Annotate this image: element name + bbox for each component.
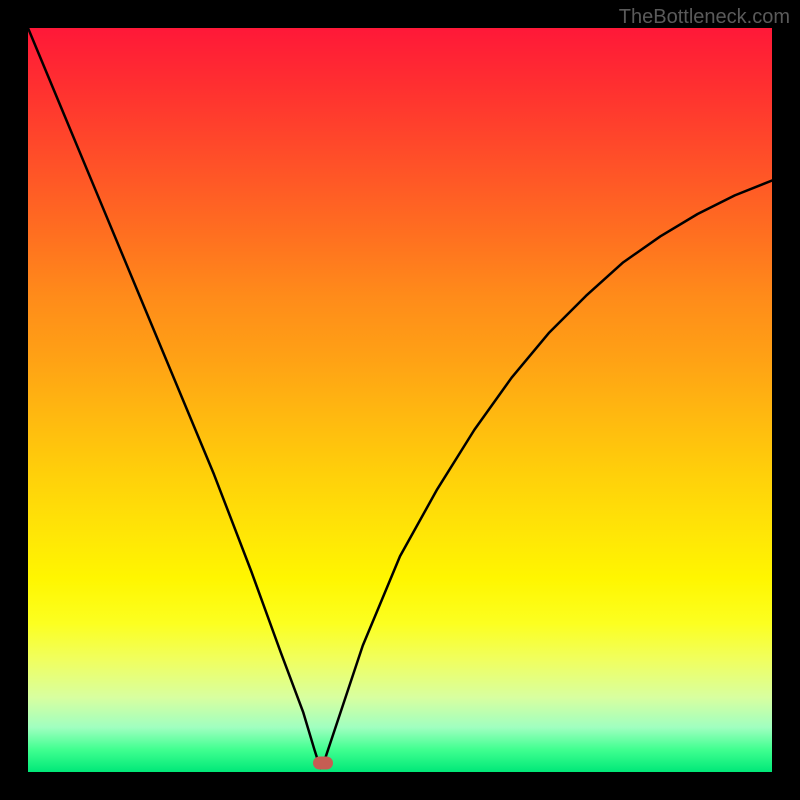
chart-plot-area [28, 28, 772, 772]
bottleneck-curve [28, 28, 772, 772]
watermark-text: TheBottleneck.com [619, 6, 790, 29]
minimum-point-marker [313, 757, 333, 770]
